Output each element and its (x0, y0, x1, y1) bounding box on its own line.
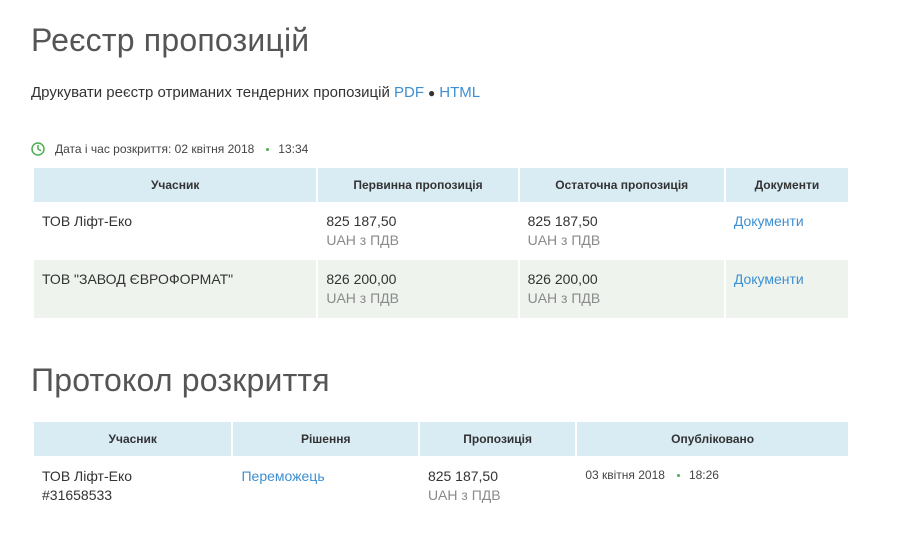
time-separator-dot (676, 474, 680, 478)
separator-dot: ● (428, 86, 436, 100)
decision-cell: Переможець (233, 456, 417, 516)
participant-name: ТОВ Ліфт-Еко (34, 202, 317, 260)
offer-cell: 825 187,50 UAH з ПДВ (420, 456, 575, 516)
registry-table: Учасник Первинна пропозиція Остаточна пр… (32, 168, 850, 318)
initial-amount: 826 200,00 (326, 271, 397, 287)
col-header-documents: Документи (725, 168, 848, 202)
published-cell: 03 квітня 2018 18:26 (577, 456, 848, 516)
col-header-decision: Рішення (233, 422, 418, 456)
table-row: ТОВ "ЗАВОД ЄВРОФОРМАТ" 826 200,00 UAH з … (34, 260, 848, 318)
initial-offer-cell: 826 200,00 UAH з ПДВ (318, 260, 518, 318)
offer-amount: 825 187,50 (427, 468, 499, 484)
initial-currency: UAH з ПДВ (326, 290, 399, 306)
print-registry-line: Друкувати реєстр отриманих тендерних про… (31, 84, 480, 101)
participant-name: ТОВ Ліфт-Еко (42, 468, 133, 484)
published-time: 18:26 (688, 468, 719, 482)
registry-header-row: Учасник Первинна пропозиція Остаточна пр… (34, 168, 848, 202)
final-currency: UAH з ПДВ (527, 232, 601, 248)
documents-link[interactable]: Документи (734, 271, 804, 287)
participant-cell: ТОВ Ліфт-Еко #31658533 (34, 456, 231, 516)
offer-currency: UAH з ПДВ (427, 487, 501, 503)
final-offer-cell: 825 187,50 UAH з ПДВ (519, 202, 724, 260)
page-title-protocol: Протокол розкриття (31, 362, 330, 398)
col-header-published: Опубліковано (577, 422, 848, 456)
protocol-table: Учасник Рішення Пропозиція Опубліковано … (32, 422, 850, 516)
print-html-link[interactable]: HTML (439, 84, 480, 101)
protocol-header-row: Учасник Рішення Пропозиція Опубліковано (34, 422, 848, 456)
opening-date-label: Дата і час розкриття: 02 квітня 2018 (55, 142, 255, 156)
decision-link[interactable]: Переможець (241, 468, 324, 484)
print-registry-text: Друкувати реєстр отриманих тендерних про… (31, 84, 390, 101)
table-row: ТОВ Ліфт-Еко #31658533 Переможець 825 18… (34, 456, 848, 516)
col-header-initial-offer: Первинна пропозиція (318, 168, 518, 202)
final-offer-cell: 826 200,00 UAH з ПДВ (519, 260, 724, 318)
print-pdf-link[interactable]: PDF (394, 84, 424, 101)
opening-time: 13:34 (278, 142, 309, 156)
col-header-offer: Пропозиція (419, 422, 576, 456)
initial-currency: UAH з ПДВ (326, 232, 399, 248)
initial-offer-cell: 825 187,50 UAH з ПДВ (318, 202, 518, 260)
documents-cell: Документи (725, 260, 848, 318)
clock-icon (31, 142, 45, 156)
table-row: ТОВ Ліфт-Еко 825 187,50 UAH з ПДВ 825 18… (34, 202, 848, 260)
published-date: 03 квітня 2018 (585, 468, 665, 482)
page-title-registry: Реєстр пропозицій (31, 22, 310, 58)
documents-cell: Документи (725, 202, 848, 260)
col-header-final-offer: Остаточна пропозиція (519, 168, 724, 202)
documents-link[interactable]: Документи (734, 213, 804, 229)
opening-datetime: Дата і час розкриття: 02 квітня 2018 13:… (31, 142, 308, 156)
time-separator-dot (266, 147, 270, 151)
final-amount: 826 200,00 (527, 271, 598, 287)
final-currency: UAH з ПДВ (527, 290, 601, 306)
initial-amount: 825 187,50 (326, 213, 397, 229)
final-amount: 825 187,50 (527, 213, 598, 229)
col-header-participant: Учасник (34, 168, 317, 202)
participant-name: ТОВ "ЗАВОД ЄВРОФОРМАТ" (34, 260, 317, 318)
participant-id: #31658533 (42, 487, 113, 503)
col-header-participant: Учасник (34, 422, 232, 456)
